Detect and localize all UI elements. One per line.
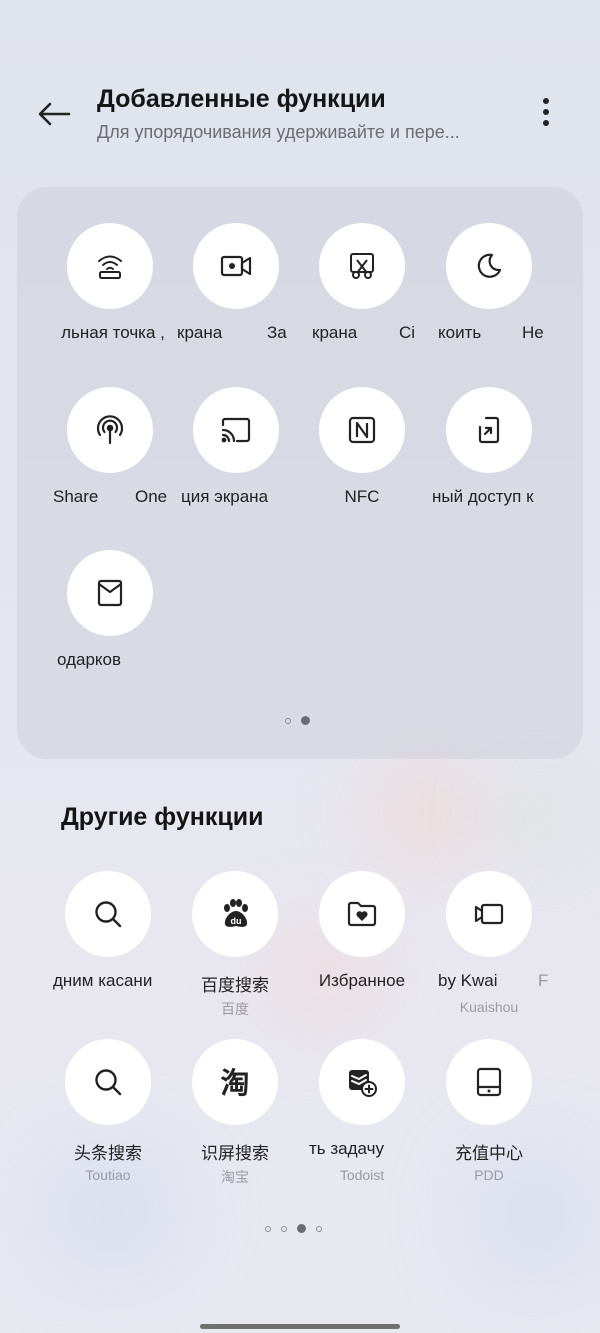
tile-button[interactable]	[67, 223, 153, 309]
tile-button[interactable]	[193, 387, 279, 473]
tile-sublabel: PDD	[474, 1167, 504, 1183]
search-icon	[95, 1069, 122, 1096]
tile-sublabel: 淘宝	[221, 1169, 249, 1185]
added-page-indicator	[285, 716, 310, 725]
more-vert-icon	[543, 98, 549, 126]
tile-label-extra: F	[538, 971, 549, 990]
tile-button[interactable]	[67, 387, 153, 473]
tile-button[interactable]	[446, 1039, 532, 1125]
home-indicator[interactable]	[200, 1324, 400, 1329]
recharge-tablet-icon	[476, 1067, 502, 1097]
background-blob	[500, 780, 580, 860]
tile-button[interactable]	[446, 223, 532, 309]
tile-label: NFC	[344, 487, 380, 506]
nfc-icon	[348, 416, 376, 444]
todoist-add-icon	[349, 1070, 377, 1097]
tile-sublabel: Todoist	[339, 1167, 385, 1183]
tile-sublabel: Kuaishou	[459, 999, 519, 1015]
page-dot-active	[297, 1224, 306, 1233]
nearby-share-icon	[96, 415, 124, 445]
phone-transfer-icon	[478, 416, 500, 444]
tile-button[interactable]	[446, 387, 532, 473]
page-subtitle: Для упорядочивания удерживайте и пере...	[97, 122, 460, 142]
tile-label: льная точка ,	[61, 323, 165, 342]
screen-record-icon	[220, 255, 252, 277]
screenshot-scissors-icon	[350, 253, 374, 279]
tile-label: одарков	[57, 650, 122, 669]
tile-button[interactable]	[65, 871, 151, 957]
page-dot	[281, 1225, 287, 1232]
page-dot	[285, 717, 291, 724]
kwai-camera-icon	[474, 903, 504, 925]
tile-label-extra: За	[267, 323, 287, 342]
taobao-icon: 淘	[220, 1066, 249, 1099]
envelope-icon	[97, 579, 123, 607]
other-functions-title: Другие функции	[61, 803, 264, 831]
svg-text:du: du	[231, 916, 242, 926]
tile-label: by Kwai	[438, 971, 498, 990]
tile-label: ция экрана	[181, 487, 269, 506]
more-options-button[interactable]	[530, 92, 562, 132]
tile-label: ть задачу	[309, 1139, 384, 1158]
tile-button[interactable]	[319, 1039, 405, 1125]
wifi-hotspot-icon	[98, 255, 122, 279]
background-blob	[380, 770, 470, 860]
tile-label-extra: Сі	[399, 323, 416, 342]
back-button[interactable]	[34, 94, 74, 134]
tile-label: крана	[312, 323, 358, 342]
tile-sublabel: Toutiao	[85, 1167, 131, 1183]
tile-label: Избранное	[318, 971, 406, 990]
tile-label: 头条搜索	[74, 1144, 142, 1163]
tile-label: Share	[53, 487, 99, 506]
tile-button[interactable]	[67, 550, 153, 636]
folder-heart-icon	[347, 901, 377, 927]
cast-screen-icon	[221, 417, 251, 443]
tile-label: 百度搜索	[201, 976, 269, 995]
tile-label: ный доступ к	[432, 487, 534, 506]
tile-button[interactable]	[193, 223, 279, 309]
arrow-left-icon	[38, 102, 71, 126]
tile-label: 充值中心	[455, 1144, 523, 1163]
tile-button[interactable]: du	[192, 871, 278, 957]
moon-icon	[477, 253, 502, 278]
tile-button[interactable]: 淘	[192, 1039, 278, 1125]
baidu-paw-icon: du	[224, 899, 248, 927]
tile-button[interactable]	[319, 387, 405, 473]
tile-label: крана	[177, 323, 223, 342]
tile-button[interactable]	[65, 1039, 151, 1125]
tile-label: 识屏搜索	[201, 1144, 269, 1163]
tile-button[interactable]	[446, 871, 532, 957]
other-page-indicator	[265, 1224, 322, 1233]
tile-label-extra: One	[135, 487, 168, 506]
page-dot-active	[301, 716, 310, 725]
search-icon	[95, 901, 122, 928]
page-dot	[265, 1225, 271, 1232]
tile-label: дним касани	[53, 971, 153, 990]
page-dot	[316, 1225, 322, 1232]
tile-sublabel: 百度	[221, 1001, 249, 1017]
tile-button[interactable]	[319, 871, 405, 957]
tile-label-extra: Не	[522, 323, 544, 342]
tile-label: коить	[438, 323, 482, 342]
svg-text:淘: 淘	[220, 1066, 249, 1099]
tile-button[interactable]	[319, 223, 405, 309]
app-header: Добавленные функции Для упорядочивания у…	[0, 70, 600, 160]
page-title: Добавленные функции	[97, 85, 386, 113]
